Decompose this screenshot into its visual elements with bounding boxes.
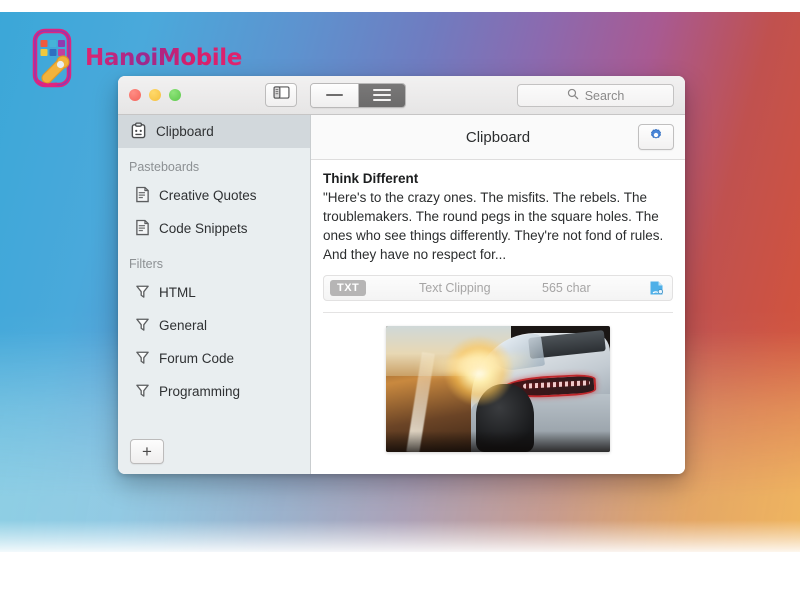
segment-compact-view[interactable] (311, 83, 358, 107)
mobile-phone-wrench-icon (26, 28, 78, 90)
filter-icon (135, 383, 150, 401)
sidebar-item-creative-quotes[interactable]: Creative Quotes (118, 179, 310, 212)
search-placeholder-text: Search (584, 88, 625, 103)
sidebar-item-label: Forum Code (159, 351, 235, 366)
background-bottom-fade (0, 520, 800, 554)
sidebar-item-label: Creative Quotes (159, 188, 257, 203)
sidebar-item-label: HTML (159, 285, 196, 300)
traffic-light-buttons (118, 89, 181, 101)
status-badge: TXT (330, 279, 367, 296)
filter-icon (135, 284, 150, 302)
filter-icon (135, 350, 150, 368)
compact-view-icon (326, 94, 343, 96)
page-title: Clipboard (465, 128, 531, 146)
sidebar: Clipboard Pasteboards Creative Quotes Co… (118, 115, 311, 474)
sidebar-group-label-filters: Filters (129, 257, 164, 271)
sidebar-item-clipboard[interactable]: Clipboard (118, 115, 310, 148)
sidebar-item-label: General (159, 318, 208, 333)
sidebar-toggle-button[interactable] (265, 83, 297, 107)
app-window: Search Clipboard Pasteboards Creative Qu… (118, 76, 685, 474)
add-pasteboard-button[interactable]: + (130, 438, 164, 464)
minimize-button[interactable] (149, 89, 161, 101)
clip-item-text[interactable]: Think Different "Here's to the crazy one… (311, 160, 685, 301)
sidebar-item-general[interactable]: General (118, 309, 310, 342)
clip-list[interactable]: Think Different "Here's to the crazy one… (311, 160, 685, 474)
clip-char-count: 565 char (542, 280, 591, 295)
pasteboard-icon (135, 219, 150, 239)
gear-icon (649, 128, 663, 147)
clip-image-thumbnail (386, 325, 610, 452)
segment-list-view[interactable] (358, 83, 405, 107)
clipboard-icon (130, 121, 147, 142)
sidebar-item-forum-code[interactable]: Forum Code (118, 342, 310, 375)
clip-kind-label: Text Clipping (419, 280, 491, 295)
search-input[interactable]: Search (517, 84, 674, 107)
view-mode-segmented-control[interactable] (310, 82, 406, 108)
window-body: Clipboard Pasteboards Creative Quotes Co… (118, 115, 685, 474)
sidebar-item-label: Clipboard (156, 124, 214, 139)
settings-button[interactable] (638, 124, 674, 150)
toolbar-controls (265, 82, 406, 108)
clip-item-image[interactable] (311, 313, 685, 452)
sidebar-item-html[interactable]: HTML (118, 276, 310, 309)
clip-meta-bar: TXT Text Clipping 565 char (323, 274, 673, 301)
filter-icon (135, 317, 150, 335)
close-button[interactable] (129, 89, 141, 101)
sidebar-item-programming[interactable]: Programming (118, 375, 310, 408)
clip-body-text: "Here's to the crazy ones. The misfits. … (323, 190, 664, 263)
detail-header: Clipboard (311, 115, 685, 160)
sidebar-footer: + (118, 428, 310, 474)
brand-name: HanoiMobile (85, 44, 242, 71)
list-view-icon (373, 89, 391, 101)
zoom-button[interactable] (169, 89, 181, 101)
sidebar-item-label: Code Snippets (159, 221, 248, 236)
brand-logo: HanoiMobile (26, 28, 242, 90)
text-clipping-file-icon[interactable] (649, 280, 664, 296)
clip-title: Think Different (323, 171, 419, 186)
pasteboard-icon (135, 186, 150, 206)
sidebar-group-label-pasteboards: Pasteboards (129, 160, 200, 174)
search-icon (567, 87, 579, 105)
sidebar-list: Clipboard Pasteboards Creative Quotes Co… (118, 115, 310, 428)
detail-pane: Clipboard Think Different "Here's to the… (311, 115, 685, 474)
sidebar-item-label: Programming (159, 384, 241, 399)
sidebar-item-code-snippets[interactable]: Code Snippets (118, 212, 310, 245)
sidebar-toggle-icon (272, 86, 290, 104)
